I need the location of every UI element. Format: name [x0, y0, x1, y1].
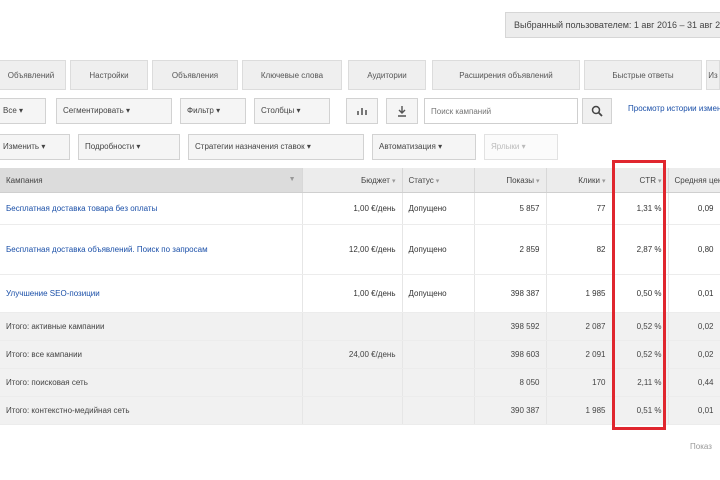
summary-label: Итого: поисковая сеть [0, 368, 303, 397]
ctr-cell: 2,11 % [612, 368, 669, 397]
status-cell: Допущено [402, 192, 475, 225]
status-cell [402, 312, 475, 341]
ctr-cell: 0,52 % [612, 312, 669, 341]
columns-button[interactable]: Столбцы ▾ [254, 98, 330, 124]
budget-cell: 1,00 €/день [302, 192, 403, 225]
tab-ads[interactable]: Объявления [152, 60, 238, 90]
col-impressions[interactable]: Показы ▾ [474, 168, 547, 193]
status-cell [402, 368, 475, 397]
impressions-cell: 2 859 [474, 224, 547, 275]
col-ctr[interactable]: CTR ▾ [612, 168, 669, 193]
clicks-cell: 82 [546, 224, 613, 275]
campaign-link[interactable]: Бесплатная доставка товара без оплаты [0, 192, 303, 225]
search-button[interactable] [582, 98, 612, 124]
summary-row-display: Итого: контекстно-медийная сеть 390 387 … [0, 396, 720, 425]
budget-cell: 12,00 €/день [302, 224, 403, 275]
status-cell: Допущено [402, 224, 475, 275]
labels-button[interactable]: Ярлыки ▾ [484, 134, 558, 160]
ctr-cell: 0,52 % [612, 340, 669, 369]
top-bar: Выбранный пользователем: 1 авг 2016 – 31… [0, 0, 720, 50]
avg-cpc-cell: 0,02 [668, 340, 720, 369]
ctr-cell: 0,50 % [612, 274, 669, 313]
ctr-cell: 1,31 % [612, 192, 669, 225]
impressions-cell: 398 603 [474, 340, 547, 369]
tab-campaigns[interactable]: Объявлений [0, 60, 66, 90]
impressions-cell: 390 387 [474, 396, 547, 425]
all-button[interactable]: Все ▾ [0, 98, 46, 124]
summary-label: Итого: активные кампании [0, 312, 303, 341]
tab-ad-extensions[interactable]: Расширения объявлений [432, 60, 580, 90]
tab-bar: Объявлений Настройки Объявления Ключевые… [0, 60, 720, 92]
date-range-selector[interactable]: Выбранный пользователем: 1 авг 2016 – 31… [505, 12, 720, 38]
col-status[interactable]: Статус ▾ [402, 168, 475, 193]
avg-cpc-cell: 0,44 [668, 368, 720, 397]
details-button[interactable]: Подробности ▾ [78, 134, 180, 160]
campaign-link[interactable]: Бесплатная доставка объявлений. Поиск по… [0, 224, 303, 275]
summary-label: Итого: контекстно-медийная сеть [0, 396, 303, 425]
search-icon [591, 105, 603, 117]
avg-cpc-cell: 0,02 [668, 312, 720, 341]
edit-button[interactable]: Изменить ▾ [0, 134, 70, 160]
table-row: Улучшение SEO-позиции 1,00 €/день Допуще… [0, 274, 720, 313]
impressions-cell: 8 050 [474, 368, 547, 397]
ctr-cell: 2,87 % [612, 224, 669, 275]
budget-cell [302, 396, 403, 425]
summary-row-search: Итого: поисковая сеть 8 050 170 2,11 % 0… [0, 368, 720, 397]
segment-button[interactable]: Сегментировать ▾ [56, 98, 172, 124]
budget-cell: 1,00 €/день [302, 274, 403, 313]
bid-strategy-button[interactable]: Стратегии назначения ставок ▾ [188, 134, 364, 160]
col-campaign[interactable]: Кампания ▼ [0, 168, 303, 193]
budget-cell: 24,00 €/день [302, 340, 403, 369]
tab-keywords[interactable]: Ключевые слова [242, 60, 342, 90]
download-button[interactable] [386, 98, 418, 124]
filter-bar: Изменить ▾ Подробности ▾ Стратегии назна… [0, 134, 720, 164]
avg-cpc-cell: 0,01 [668, 274, 720, 313]
tab-more[interactable]: Из [706, 60, 720, 90]
clicks-cell: 77 [546, 192, 613, 225]
summary-row-all: Итого: все кампании 24,00 €/день 398 603… [0, 340, 720, 369]
automation-button[interactable]: Автоматизация ▾ [372, 134, 476, 160]
col-clicks[interactable]: Клики ▾ [546, 168, 613, 193]
clicks-cell: 2 087 [546, 312, 613, 341]
clicks-cell: 1 985 [546, 396, 613, 425]
budget-cell [302, 368, 403, 397]
campaigns-table: Кампания ▼ Бюджет ▾ Статус ▾ Показы ▾ Клики ▾… [0, 168, 720, 425]
clicks-cell: 170 [546, 368, 613, 397]
download-icon [398, 105, 406, 117]
tab-quick-answers[interactable]: Быстрые ответы [584, 60, 702, 90]
table-row: Бесплатная доставка товара без оплаты 1,… [0, 192, 720, 225]
table-row: Бесплатная доставка объявлений. Поиск по… [0, 224, 720, 275]
pagination-label: Показ [690, 442, 712, 451]
summary-row-active: Итого: активные кампании 398 592 2 087 0… [0, 312, 720, 341]
campaign-link[interactable]: Улучшение SEO-позиции [0, 274, 303, 313]
status-cell [402, 396, 475, 425]
impressions-cell: 398 387 [474, 274, 547, 313]
budget-cell [302, 312, 403, 341]
impressions-cell: 5 857 [474, 192, 547, 225]
toolbar: Все ▾ Сегментировать ▾ Фильтр ▾ Столбцы … [0, 98, 720, 128]
clicks-cell: 2 091 [546, 340, 613, 369]
avg-cpc-cell: 0,09 [668, 192, 720, 225]
avg-cpc-cell: 0,80 [668, 224, 720, 275]
avg-cpc-cell: 0,01 [668, 396, 720, 425]
col-budget[interactable]: Бюджет ▾ [302, 168, 403, 193]
search-input[interactable] [424, 98, 578, 124]
summary-label: Итого: все кампании [0, 340, 303, 369]
change-history-link[interactable]: Просмотр истории изменений [628, 104, 720, 113]
status-cell [402, 340, 475, 369]
status-cell: Допущено [402, 274, 475, 313]
col-avg-cpc[interactable]: Средняя цена [668, 168, 720, 193]
tab-settings[interactable]: Настройки [70, 60, 148, 90]
tab-audiences[interactable]: Аудитории [348, 60, 426, 90]
chart-icon [357, 107, 367, 115]
ctr-cell: 0,51 % [612, 396, 669, 425]
clicks-cell: 1 985 [546, 274, 613, 313]
impressions-cell: 398 592 [474, 312, 547, 341]
filter-button[interactable]: Фильтр ▾ [180, 98, 246, 124]
table-header-row: Кампания ▼ Бюджет ▾ Статус ▾ Показы ▾ Клики ▾… [0, 168, 720, 193]
chart-button[interactable] [346, 98, 378, 124]
